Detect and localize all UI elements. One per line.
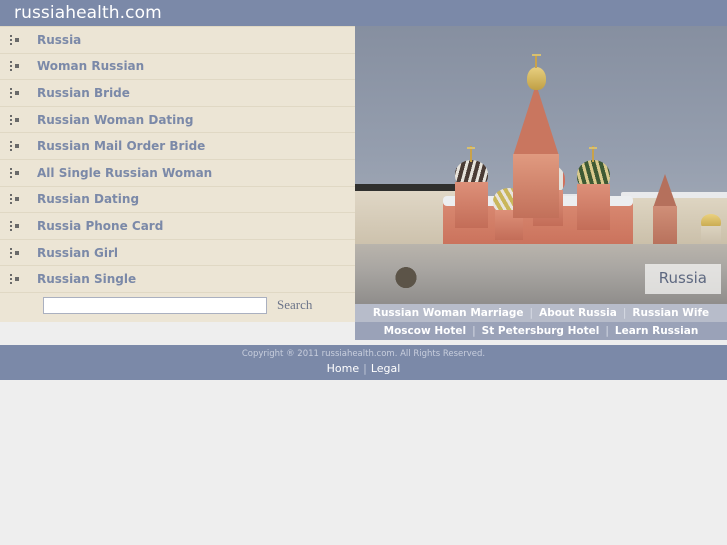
sidebar-item[interactable]: Russia — [0, 26, 355, 54]
footer-separator: | — [363, 362, 367, 375]
nav-separator: | — [605, 325, 609, 337]
bullet-square-icon — [10, 87, 23, 98]
nav-link[interactable]: St Petersburg Hotel — [482, 325, 600, 337]
site-footer: Copyright ® 2011 russiahealth.com. All R… — [0, 345, 727, 380]
nav-link[interactable]: Learn Russian — [615, 325, 698, 337]
central-cross — [532, 54, 541, 56]
nav-link[interactable]: Russian Woman Marriage — [373, 307, 524, 319]
nav-separator: | — [472, 325, 476, 337]
sidebar-item[interactable]: Russian Woman Dating — [0, 107, 355, 134]
bare-tree — [395, 264, 417, 298]
sidebar-menu: Russia Woman Russian Russian Bride Russian … — [0, 26, 355, 293]
central-golden-dome — [527, 67, 546, 90]
bullet-square-icon — [10, 194, 23, 205]
hero-image-saint-basils-cathedral: Russia — [355, 26, 727, 306]
nav-separator: | — [529, 307, 534, 319]
copyright-text: Copyright ® 2011 russiahealth.com. All R… — [241, 349, 486, 359]
bullet-square-icon — [10, 167, 23, 178]
sidebar-item[interactable]: Russian Mail Order Bride — [0, 133, 355, 160]
nav-row-primary: Russian Woman Marriage | About Russia | Russ… — [355, 304, 727, 322]
sidebar: Russia Woman Russian Russian Bride Russian … — [0, 26, 355, 322]
bullet-square-icon — [10, 247, 23, 258]
bullet-square-icon — [10, 114, 23, 125]
left-tower-cross — [467, 147, 475, 149]
bullet-square-icon — [10, 274, 23, 285]
bullet-square-icon — [10, 220, 23, 231]
sidebar-item-label: Russian Mail Order Bride — [37, 139, 206, 154]
right-tower-cross — [589, 147, 597, 149]
sidebar-item-label: Russia — [37, 32, 82, 47]
sidebar-item-label: Russian Girl — [37, 245, 118, 260]
page-root: russiahealth.com Russia Woman Russian Russ… — [0, 0, 727, 545]
sidebar-item-label: Russian Bride — [37, 85, 130, 100]
sidebar-item[interactable]: Russia Phone Card — [0, 213, 355, 240]
sidebar-item-label: Woman Russian — [37, 59, 145, 74]
central-spire — [535, 54, 537, 68]
left-tower — [455, 182, 488, 228]
bullet-square-icon — [10, 61, 23, 72]
right-tower — [577, 184, 610, 230]
nav-link[interactable]: Russian Wife — [632, 307, 709, 319]
footer-link[interactable]: Legal — [371, 362, 400, 375]
search-input[interactable] — [43, 296, 267, 314]
hero-caption-label: Russia — [658, 269, 707, 287]
bullet-square-icon — [10, 34, 23, 45]
bullet-square-icon — [10, 141, 23, 152]
sidebar-item-label: All Single Russian Woman — [37, 165, 213, 180]
sidebar-item-label: Russian Single — [37, 272, 137, 287]
central-tower — [513, 154, 559, 218]
site-title: russiahealth.com — [14, 3, 162, 23]
sidebar-item-label: Russian Woman Dating — [37, 112, 194, 127]
hero-caption: Russia — [644, 264, 721, 294]
search-row: Search — [0, 288, 355, 322]
site-header: russiahealth.com — [0, 0, 727, 27]
nav-row-secondary: Moscow Hotel | St Petersburg Hotel | Learn R… — [355, 322, 727, 340]
footer-links: Home | Legal — [0, 359, 727, 375]
sidebar-item[interactable]: Woman Russian — [0, 54, 355, 81]
far-tower-roof — [653, 174, 677, 208]
sidebar-item-label: Russia Phone Card — [37, 218, 164, 233]
sidebar-item[interactable]: All Single Russian Woman — [0, 160, 355, 187]
footer-link[interactable]: Home — [327, 362, 359, 375]
sidebar-item[interactable]: Russian Bride — [0, 80, 355, 107]
nav-separator: | — [622, 307, 627, 319]
sidebar-item[interactable]: Russian Girl — [0, 240, 355, 267]
central-tent-roof — [513, 84, 559, 156]
nav-link[interactable]: About Russia — [539, 307, 617, 319]
search-button[interactable]: Search — [277, 297, 312, 313]
sidebar-item[interactable]: Russian Dating — [0, 187, 355, 214]
sidebar-item-label: Russian Dating — [37, 192, 140, 207]
nav-link[interactable]: Moscow Hotel — [384, 325, 466, 337]
